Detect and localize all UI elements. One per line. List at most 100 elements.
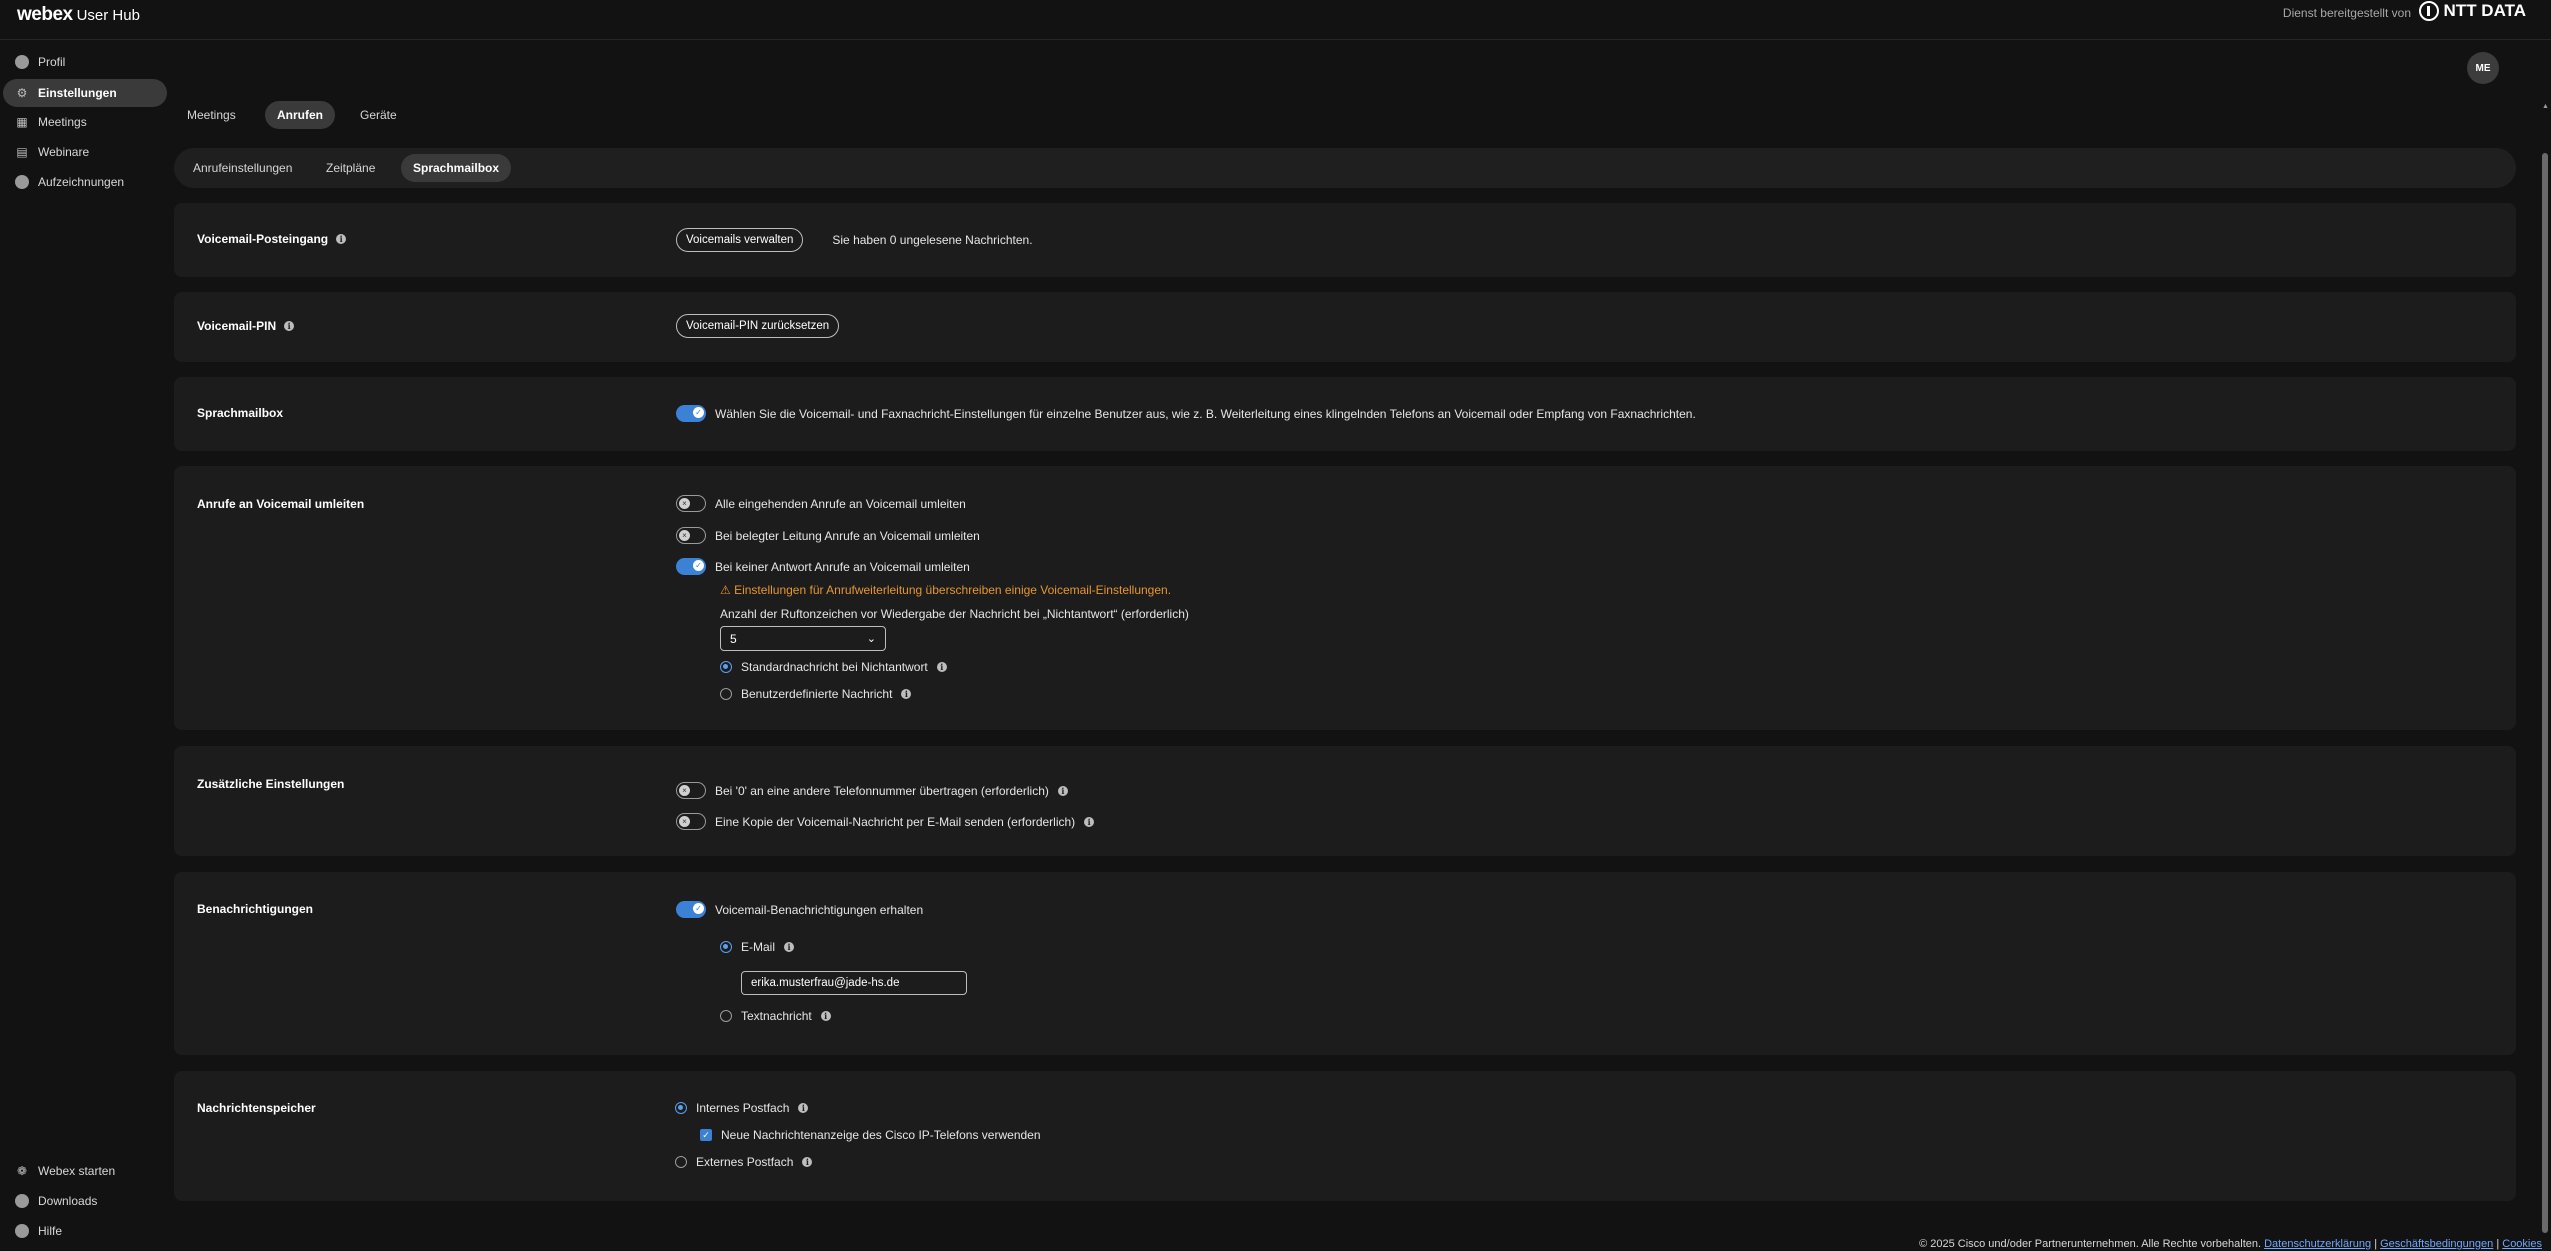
additional-settings-title: Zusätzliche Einstellungen [197,777,344,791]
internal-mailbox-radio[interactable] [675,1102,687,1114]
redirect-busy-label: Bei belegter Leitung Anrufe an Voicemail… [715,528,980,543]
default-message-row: Standardnachricht bei Nichtantwort i [720,660,947,674]
sidebar-item-webinars[interactable]: ▤ Webinare [3,138,167,166]
check-icon: ✓ [693,903,704,914]
sidebar-item-label: Profil [38,55,66,69]
ntt-logo-icon [2418,1,2439,21]
unread-messages-status: Sie haben 0 ungelesene Nachrichten. [832,233,1033,247]
sidebar-item-start-webex[interactable]: ❁ Webex starten [3,1157,167,1185]
cookies-link[interactable]: Cookies [2502,1238,2542,1250]
privacy-link[interactable]: Datenschutzerklärung [2264,1238,2371,1250]
partner-logo: NTT DATA [2418,1,2526,21]
notifications-toggle[interactable]: ✓ [676,901,706,918]
storage-card: Nachrichtenspeicher Internes Postfach i … [174,1071,2516,1201]
info-icon[interactable]: i [802,1157,813,1167]
subtab-schedules[interactable]: Zeitpläne [314,154,387,182]
voicemail-inbox-card: Voicemail-Posteingang i Voicemails verwa… [174,203,2516,277]
external-mailbox-radio[interactable] [675,1156,687,1168]
subtab-call-settings[interactable]: Anrufeinstellungen [181,154,304,182]
transfer-zero-label: Bei '0' an eine andere Telefonnummer übe… [715,783,1049,798]
internal-mailbox-label: Internes Postfach [696,1101,790,1115]
tab-calls[interactable]: Anrufen [265,101,335,129]
voicemail-pin-title: Voicemail-PIN i [197,319,295,333]
internal-mailbox-row: Internes Postfach i [675,1101,809,1115]
redirect-noanswer-label: Bei keiner Antwort Anrufe an Voicemail u… [715,559,970,574]
text-radio[interactable] [720,1010,732,1022]
sidebar-item-label: Webinare [38,145,90,159]
redirect-all-row: × Alle eingehenden Anrufe an Voicemail u… [676,495,966,512]
info-icon[interactable]: i [901,689,912,699]
transfer-zero-row: × Bei '0' an eine andere Telefonnummer ü… [676,782,1068,799]
email-copy-toggle[interactable]: × [676,813,706,830]
avatar[interactable]: ME [2467,52,2499,84]
calendar-icon: ▦ [16,115,28,129]
x-icon: × [679,784,690,796]
email-field[interactable] [741,971,967,995]
email-option-row: E-Mail i [720,940,795,954]
x-icon: × [679,529,690,541]
x-icon: × [679,815,690,827]
sidebar-item-label: Meetings [38,115,87,129]
sidebar-item-label: Downloads [38,1194,98,1208]
sidebar-item-settings[interactable]: ⚙ Einstellungen [3,79,167,107]
card-title-text: Voicemail-Posteingang [197,232,329,246]
default-message-radio[interactable] [720,661,732,673]
sidebar-item-downloads[interactable]: Downloads [3,1187,167,1215]
gear-icon: ⚙ [16,86,28,100]
info-icon[interactable]: i [936,662,947,672]
custom-message-radio[interactable] [720,688,732,700]
redirect-busy-toggle[interactable]: × [676,527,706,544]
help-icon [15,1224,29,1238]
sidebar-item-label: Hilfe [38,1224,63,1238]
info-icon[interactable]: i [784,942,795,952]
message-indicator-checkbox[interactable]: ✓ [700,1129,712,1141]
voicemail-toggle-card: Sprachmailbox ✓ Wählen Sie die Voicemail… [174,377,2516,451]
transfer-zero-toggle[interactable]: × [676,782,706,799]
tab-meetings[interactable]: Meetings [175,101,248,129]
card-title-text: Sprachmailbox [197,406,284,420]
manage-voicemails-button[interactable]: Voicemails verwalten [676,228,804,252]
redirect-card: Anrufe an Voicemail umleiten × Alle eing… [174,466,2516,730]
scroll-up-icon[interactable]: ▲ [2542,103,2549,110]
text-option-row: Textnachricht i [720,1009,831,1023]
top-header: webex User Hub Dienst bereitgestellt von … [0,0,2551,40]
message-indicator-row: ✓ Neue Nachrichtenanzeige des Cisco IP-T… [700,1128,1041,1142]
reset-pin-button[interactable]: Voicemail-PIN zurücksetzen [676,314,840,338]
voicemail-toggle[interactable]: ✓ [676,405,706,422]
external-mailbox-label: Externes Postfach [696,1155,794,1169]
chevron-down-icon: ⌄ [866,633,876,645]
notifications-card: Benachrichtigungen ✓ Voicemail-Benachric… [174,872,2516,1055]
email-radio[interactable] [720,941,732,953]
rings-select-value: 5 [730,631,737,646]
redirect-noanswer-toggle[interactable]: ✓ [676,558,706,575]
sidebar-item-recordings[interactable]: Aufzeichnungen [3,168,167,196]
page-scrollbar[interactable]: ▲ [2541,103,2549,1251]
info-icon[interactable]: i [1057,785,1068,796]
info-icon[interactable]: i [1084,816,1095,827]
sidebar-item-help[interactable]: Hilfe [3,1217,167,1245]
custom-message-row: Benutzerdefinierte Nachricht i [720,687,912,701]
sidebar-item-label: Webex starten [38,1164,116,1178]
sidebar-item-profile[interactable]: Profil [3,48,167,76]
redirect-noanswer-row: ✓ Bei keiner Antwort Anrufe an Voicemail… [676,558,970,575]
message-indicator-label: Neue Nachrichtenanzeige des Cisco IP-Tel… [721,1128,1041,1142]
info-icon[interactable]: i [336,234,347,244]
redirect-all-toggle[interactable]: × [676,495,706,512]
tab-devices[interactable]: Geräte [348,101,409,129]
notifications-title: Benachrichtigungen [197,902,313,916]
brand-logo[interactable]: webex User Hub [17,4,140,26]
rings-select[interactable]: 5 ⌄ [720,626,886,651]
card-title-text: Benachrichtigungen [197,902,314,916]
default-message-label: Standardnachricht bei Nichtantwort [741,660,928,674]
brand-name: webex [17,4,73,25]
email-copy-row: × Eine Kopie der Voicemail-Nachricht per… [676,813,1095,830]
info-icon[interactable]: i [820,1011,831,1021]
terms-link[interactable]: Geschäftsbedingungen [2380,1238,2493,1250]
info-icon[interactable]: i [284,321,295,331]
subtab-voicemail[interactable]: Sprachmailbox [401,154,512,182]
sidebar-item-meetings[interactable]: ▦ Meetings [3,108,167,136]
info-icon[interactable]: i [798,1103,809,1113]
redirect-busy-row: × Bei belegter Leitung Anrufe an Voicema… [676,527,980,544]
scroll-thumb[interactable] [2542,153,2548,1233]
provided-by-label: Dienst bereitgestellt von [2282,6,2411,20]
